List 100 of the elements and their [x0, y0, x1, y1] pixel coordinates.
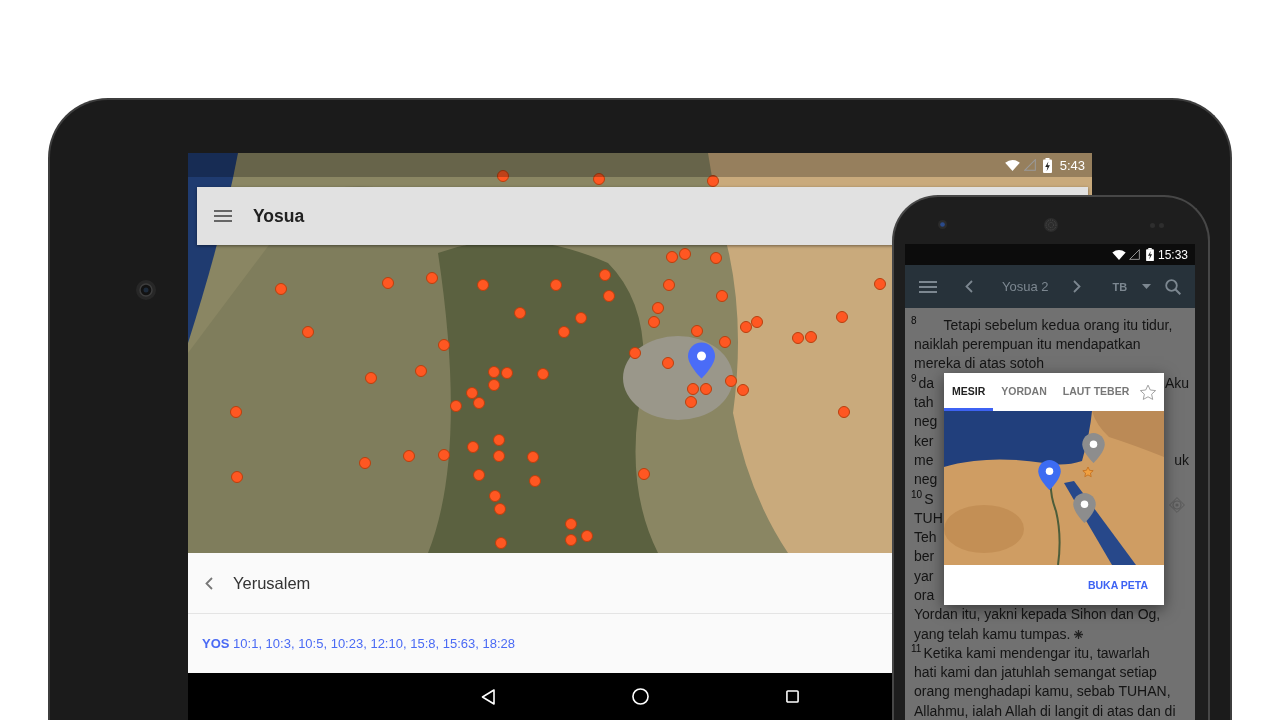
map-marker-icon[interactable]	[493, 450, 505, 462]
map-marker-icon[interactable]	[495, 537, 507, 549]
chevron-left-icon[interactable]	[965, 280, 973, 293]
map-marker-icon[interactable]	[691, 325, 703, 337]
map-marker-icon[interactable]	[838, 406, 850, 418]
map-marker-icon[interactable]	[805, 331, 817, 343]
map-marker-icon[interactable]	[700, 383, 712, 395]
map-marker-icon[interactable]	[438, 339, 450, 351]
map-marker-icon[interactable]	[403, 450, 415, 462]
map-marker-icon[interactable]	[426, 272, 438, 284]
map-tab[interactable]: LAUT TEBER	[1054, 373, 1138, 411]
map-marker-icon[interactable]	[501, 367, 513, 379]
map-marker-icon[interactable]	[488, 379, 500, 391]
camera-lens-icon	[136, 280, 156, 300]
map-marker-icon[interactable]	[489, 490, 501, 502]
map-marker-icon[interactable]	[467, 441, 479, 453]
verse-text: neg	[914, 413, 938, 430]
map-marker-icon[interactable]	[687, 383, 699, 395]
app-bar-title: Yosua	[253, 205, 305, 227]
map-marker-icon[interactable]	[666, 251, 678, 263]
map-marker-icon[interactable]	[725, 375, 737, 387]
map-marker-icon[interactable]	[648, 316, 660, 328]
map-marker-icon[interactable]	[473, 397, 485, 409]
target-icon[interactable]	[1169, 497, 1185, 513]
signal-icon	[1128, 249, 1140, 260]
version-dropdown[interactable]: TB	[1112, 280, 1152, 293]
map-marker-icon[interactable]	[537, 368, 549, 380]
location-pin-icon[interactable]	[1082, 433, 1105, 463]
map-marker-icon[interactable]	[662, 357, 674, 369]
verse-references-link[interactable]: YOS 10:1, 10:3, 10:5, 10:23, 12:10, 15:8, 15:63, 18:28	[202, 636, 515, 651]
verse-number: 10	[911, 488, 923, 500]
map-marker-icon[interactable]	[438, 449, 450, 461]
verse-text: Teh	[914, 529, 937, 546]
map-marker-icon[interactable]	[477, 279, 489, 291]
map-marker-icon[interactable]	[494, 503, 506, 515]
map-marker-icon[interactable]	[593, 173, 605, 185]
map-marker-icon[interactable]	[493, 434, 505, 446]
map-marker-icon[interactable]	[652, 302, 664, 314]
map-marker-icon[interactable]	[231, 471, 243, 483]
map-marker-icon[interactable]	[716, 290, 728, 302]
map-marker-icon[interactable]	[707, 175, 719, 187]
verse-number: 11	[911, 643, 922, 655]
map-marker-icon[interactable]	[565, 534, 577, 546]
chapter-title[interactable]: Yosua 2	[1002, 279, 1049, 294]
map-marker-icon[interactable]	[365, 372, 377, 384]
map-marker-icon[interactable]	[874, 278, 886, 290]
map-marker-icon[interactable]	[230, 406, 242, 418]
map-marker-icon[interactable]	[737, 384, 749, 396]
map-marker-icon[interactable]	[599, 269, 611, 281]
map-marker-icon[interactable]	[359, 457, 371, 469]
home-icon[interactable]	[631, 688, 649, 705]
menu-icon[interactable]	[919, 280, 937, 293]
map-marker-icon[interactable]	[575, 312, 587, 324]
map-marker-icon[interactable]	[638, 468, 650, 480]
map-marker-icon[interactable]	[740, 321, 752, 333]
map-marker-icon[interactable]	[679, 248, 691, 260]
back-icon[interactable]	[481, 688, 495, 705]
map-marker-icon[interactable]	[565, 518, 577, 530]
star-marker-icon[interactable]	[1082, 466, 1094, 478]
map-marker-icon[interactable]	[497, 170, 509, 182]
map-marker-icon[interactable]	[514, 307, 526, 319]
recent-apps-icon[interactable]	[785, 690, 799, 703]
map-marker-icon[interactable]	[719, 336, 731, 348]
map-marker-icon[interactable]	[473, 469, 485, 481]
map-marker-icon[interactable]	[415, 365, 427, 377]
map-marker-icon[interactable]	[450, 400, 462, 412]
map-marker-icon[interactable]	[382, 277, 394, 289]
map-marker-icon[interactable]	[550, 279, 562, 291]
status-time: 5:43	[1059, 157, 1085, 173]
location-pin-icon[interactable]	[1038, 460, 1061, 490]
verse-text: Yordan itu, yakni kepada Sihon dan Og,	[914, 606, 1161, 623]
map-marker-icon[interactable]	[663, 279, 675, 291]
map-marker-icon[interactable]	[603, 290, 615, 302]
map-marker-icon[interactable]	[629, 347, 641, 359]
location-pin-icon[interactable]	[688, 342, 715, 379]
map-marker-icon[interactable]	[836, 311, 848, 323]
map-tab[interactable]: YORDAN	[993, 373, 1055, 411]
asterisk-icon[interactable]	[1074, 629, 1084, 639]
verse-text: Allahmu, ialah Allah di langit di atas dan di	[914, 702, 1176, 719]
verse-text: yang telah kamu tumpas.	[914, 625, 1071, 642]
map-marker-icon[interactable]	[527, 451, 539, 463]
map-marker-icon[interactable]	[685, 396, 697, 408]
map-marker-icon[interactable]	[581, 530, 593, 542]
chevron-right-icon[interactable]	[1072, 280, 1081, 293]
map-marker-icon[interactable]	[558, 326, 570, 338]
menu-icon[interactable]	[214, 210, 232, 222]
back-chevron-icon[interactable]	[205, 576, 213, 590]
star-icon[interactable]	[1139, 383, 1157, 401]
map-marker-icon[interactable]	[302, 326, 314, 338]
map-marker-icon[interactable]	[751, 316, 763, 328]
open-map-button[interactable]: BUKA PETA	[1071, 569, 1164, 601]
map-marker-icon[interactable]	[488, 366, 500, 378]
search-icon[interactable]	[1165, 278, 1182, 295]
map-marker-icon[interactable]	[466, 387, 478, 399]
location-pin-icon[interactable]	[1073, 493, 1096, 523]
map-marker-icon[interactable]	[792, 332, 804, 344]
map-marker-icon[interactable]	[710, 252, 722, 264]
verse-text: Tetapi sebelum kedua orang itu tidur,	[943, 316, 1173, 333]
map-marker-icon[interactable]	[529, 475, 541, 487]
map-marker-icon[interactable]	[275, 283, 287, 295]
